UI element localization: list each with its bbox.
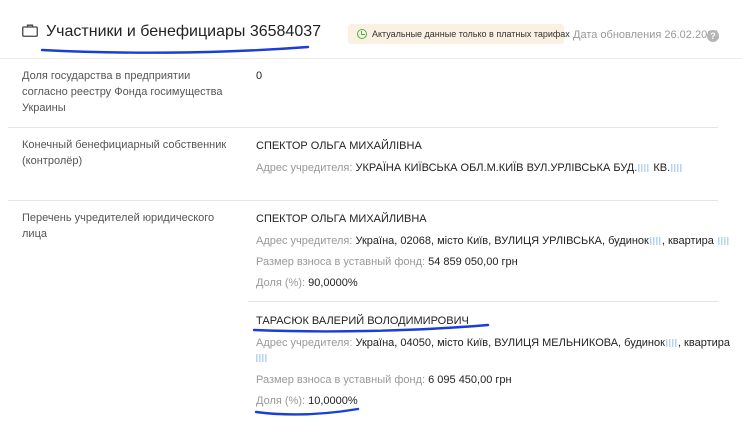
address-masked-line [256,352,268,364]
address-value: Україна, 04050, місто Київ, ВУЛИЦЯ МЕЛЬН… [355,337,665,349]
address-value: Україна, 02068, місто Київ, ВУЛИЦЯ УРЛІВ… [355,235,649,247]
founder-share: Доля (%): 10,0000% [256,395,358,407]
briefcase-icon [22,24,38,37]
divider [0,58,742,59]
section-title: Участники и бенефициары 36584037 [46,23,322,40]
beneficiary-name: СПЕКТОР ОЛЬГА МИХАЙЛІВНА [256,140,422,152]
masked-data-icon [665,339,677,347]
section-header: Участники и бенефициары 36584037 Актуаль… [0,0,742,58]
contribution-label: Размер взноса в уставный фонд: [256,374,426,386]
founder-contribution: Размер взноса в уставный фонд: 6 095 450… [256,374,512,386]
share-value: 90,0000% [308,277,358,289]
founder-name: СПЕКТОР ОЛЬГА МИХАЙЛИВНА [256,213,427,225]
address-label: Адрес учредителя: [256,162,353,174]
contribution-value: 54 859 050,00 грн [428,256,518,268]
address-tail: , квартира [661,235,714,247]
founders-label: Перечень учредителей юридического лица [22,212,215,240]
divider [8,127,718,128]
founder-name: ТАРАСЮК ВАЛЕРИЙ ВОЛОДИМИРОВИЧ [256,315,469,327]
clock-icon [357,29,367,39]
masked-data-icon [649,237,661,245]
beneficiary-address: Адрес учредителя: УКРАЇНА КИЇВСЬКА ОБЛ.М… [256,162,683,174]
share-label: Доля (%): [256,277,306,289]
state-share-value: 0 [256,70,263,82]
founder-contribution: Размер взноса в уставный фонд: 54 859 05… [256,256,518,268]
divider [8,200,718,201]
share-value: 10,0000% [308,395,358,407]
address-label: Адрес учредителя: [256,337,353,349]
founder-address: Адрес учредителя: Україна, 02068, місто … [256,235,730,247]
contribution-label: Размер взноса в уставный фонд: [256,256,426,268]
state-share-label: Доля государства в предприятии согласно … [22,70,223,114]
founder-share: Доля (%): 90,0000% [256,277,358,289]
masked-data-icon [638,164,650,172]
address-value: УКРАЇНА КИЇВСЬКА ОБЛ.М.КИЇВ ВУЛ.УРЛІВСЬК… [355,162,638,174]
address-label: Адрес учредителя: [256,235,353,247]
paid-data-badge[interactable]: Актуальные данные только в платных тариф… [348,24,570,44]
founder-address: Адрес учредителя: Україна, 04050, місто … [256,337,730,349]
beneficiary-label: Конечный бенефициарный собственник (конт… [22,139,227,167]
masked-data-icon [717,237,729,245]
help-icon[interactable]: ? [707,30,719,42]
share-label: Доля (%): [256,395,306,407]
divider [248,301,718,302]
masked-data-icon [256,354,267,362]
masked-data-icon [671,164,683,172]
address-tail: КВ. [653,162,671,174]
paid-data-badge-label: Актуальные данные только в платных тариф… [372,29,570,39]
update-date: Дата обновления 26.02.2021 [573,29,720,41]
contribution-value: 6 095 450,00 грн [428,374,512,386]
address-tail: , квартира [677,337,730,349]
